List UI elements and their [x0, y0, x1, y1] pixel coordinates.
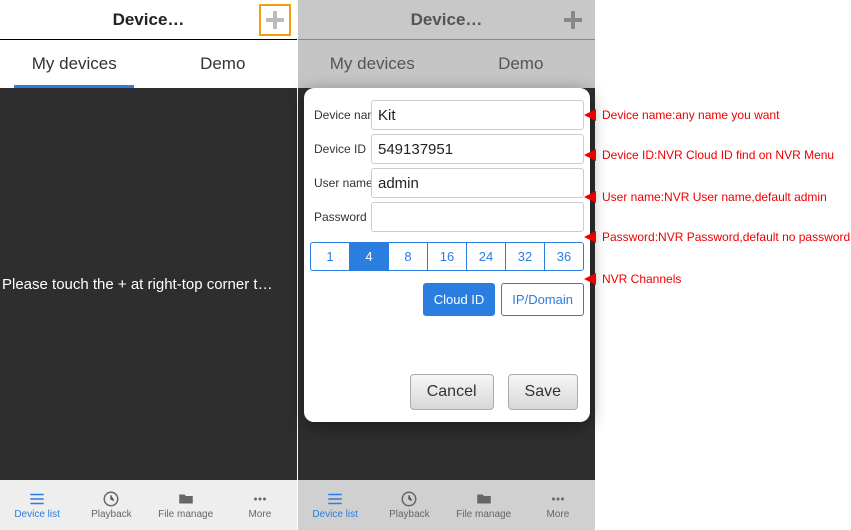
nav-file-manage[interactable]: File manage	[447, 480, 521, 530]
label-device-name: Device nam	[310, 108, 371, 122]
nav-device-list[interactable]: Device list	[298, 480, 372, 530]
more-icon	[548, 490, 568, 508]
phone-screen-add-device: Device… My devices Demo Device list Play…	[298, 0, 596, 530]
nav-more[interactable]: More	[223, 480, 297, 530]
empty-hint-text: Please touch the + at right-top corner t…	[0, 276, 297, 293]
tabs: My devices Demo	[298, 40, 595, 88]
field-user-name: User name	[310, 168, 584, 198]
folder-icon	[474, 490, 494, 508]
device-id-input[interactable]	[371, 134, 584, 164]
header: Device…	[298, 0, 595, 40]
channel-option-8[interactable]: 8	[389, 243, 428, 270]
add-device-modal: Device nam Device ID User name Password …	[304, 88, 590, 422]
add-device-button[interactable]	[259, 4, 291, 36]
channel-option-16[interactable]: 16	[428, 243, 467, 270]
field-device-name: Device nam	[310, 100, 584, 130]
annotation-channels: NVR Channels	[584, 272, 681, 286]
more-icon	[250, 490, 270, 508]
field-device-id: Device ID	[310, 134, 584, 164]
save-button[interactable]: Save	[508, 374, 578, 410]
tab-demo[interactable]: Demo	[149, 40, 298, 88]
arrow-left-icon	[584, 231, 596, 243]
plus-icon	[263, 8, 287, 32]
cancel-button[interactable]: Cancel	[410, 374, 494, 410]
arrow-left-icon	[584, 109, 596, 121]
field-password: Password	[310, 202, 584, 232]
clock-icon	[101, 490, 121, 508]
modal-actions: Cancel Save	[310, 374, 584, 414]
bottom-nav: Device list Playback File manage More	[0, 480, 297, 530]
arrow-left-icon	[584, 191, 596, 203]
tab-my-devices[interactable]: My devices	[298, 40, 447, 88]
page-title: Device…	[411, 10, 483, 30]
user-name-input[interactable]	[371, 168, 584, 198]
arrow-left-icon	[584, 273, 596, 285]
mode-selector: Cloud ID IP/Domain	[310, 283, 584, 316]
label-password: Password	[310, 210, 371, 224]
clock-icon	[399, 490, 419, 508]
channel-option-36[interactable]: 36	[545, 243, 583, 270]
channel-option-32[interactable]: 32	[506, 243, 545, 270]
page-title: Device…	[113, 10, 185, 30]
plus-icon	[561, 8, 585, 32]
nav-playback[interactable]: Playback	[372, 480, 446, 530]
annotation-device-id: Device ID:NVR Cloud ID find on NVR Menu	[584, 148, 834, 162]
mode-ip-domain[interactable]: IP/Domain	[501, 283, 584, 316]
channel-option-24[interactable]: 24	[467, 243, 506, 270]
header: Device…	[0, 0, 297, 40]
device-list-content: Please touch the + at right-top corner t…	[0, 88, 297, 480]
phone-screen-device-list: Device… My devices Demo Please touch the…	[0, 0, 298, 530]
list-icon	[325, 490, 345, 508]
channel-selector: 14816243236	[310, 242, 584, 271]
password-input[interactable]	[371, 202, 584, 232]
folder-icon	[176, 490, 196, 508]
annotation-password: Password:NVR Password,default no passwor…	[584, 230, 850, 244]
tab-demo[interactable]: Demo	[447, 40, 596, 88]
mode-cloud-id[interactable]: Cloud ID	[423, 283, 496, 316]
nav-file-manage[interactable]: File manage	[149, 480, 223, 530]
nav-playback[interactable]: Playback	[74, 480, 148, 530]
tab-my-devices[interactable]: My devices	[0, 40, 149, 88]
list-icon	[27, 490, 47, 508]
channel-option-1[interactable]: 1	[311, 243, 350, 270]
nav-device-list[interactable]: Device list	[0, 480, 74, 530]
channel-option-4[interactable]: 4	[350, 243, 389, 270]
annotation-user-name: User name:NVR User name,default admin	[584, 190, 827, 204]
bottom-nav: Device list Playback File manage More	[298, 480, 595, 530]
label-device-id: Device ID	[310, 142, 371, 156]
label-user-name: User name	[310, 176, 371, 190]
arrow-left-icon	[584, 149, 596, 161]
annotations: Device name:any name you want Device ID:…	[584, 0, 851, 530]
tabs: My devices Demo	[0, 40, 297, 88]
annotation-device-name: Device name:any name you want	[584, 108, 779, 122]
device-name-input[interactable]	[371, 100, 584, 130]
